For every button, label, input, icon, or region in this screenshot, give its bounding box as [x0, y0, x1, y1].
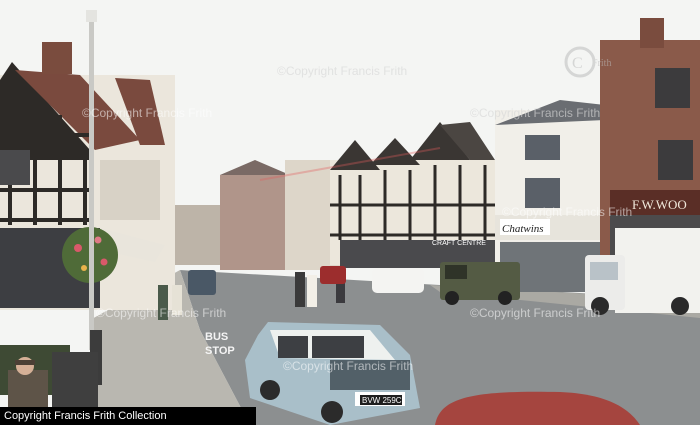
watermark-7: ©Copyright Francis Frith: [283, 359, 413, 373]
sign-craft-centre: CRAFT CENTRE: [432, 240, 486, 247]
watermark-3: ©Copyright Francis Frith: [82, 106, 212, 120]
road-marking-bus: BUS: [205, 331, 228, 343]
watermark-5: ©Copyright Francis Frith: [96, 306, 226, 320]
brick-building-mid: [220, 175, 290, 270]
sign-fw-woolworth: F.W.WOO: [632, 197, 687, 212]
land-rover: [440, 262, 520, 305]
lamp-post: [89, 15, 94, 350]
photo-scene: F.W.WOO Chatwins CRAFT CENTRE BUS STOP B…: [0, 0, 700, 425]
watermark-1: ©Copyright Francis Frith: [277, 64, 407, 78]
street-photo: F.W.WOO Chatwins CRAFT CENTRE BUS STOP B…: [0, 0, 700, 425]
watermark-4: ©Copyright Francis Frith: [502, 205, 632, 219]
litter-bin: [52, 352, 98, 407]
svg-text:Frith: Frith: [592, 58, 611, 69]
sign-chatwins: Chatwins: [502, 223, 544, 235]
caption-bar: Copyright Francis Frith Collection: [0, 407, 256, 425]
svg-text:C: C: [572, 55, 583, 72]
road-marking-stop: STOP: [205, 345, 235, 357]
car-plate: BVW 259C: [362, 396, 402, 405]
watermark-2: ©Copyright Francis Frith: [470, 106, 600, 120]
watermark-6: ©Copyright Francis Frith: [470, 306, 600, 320]
